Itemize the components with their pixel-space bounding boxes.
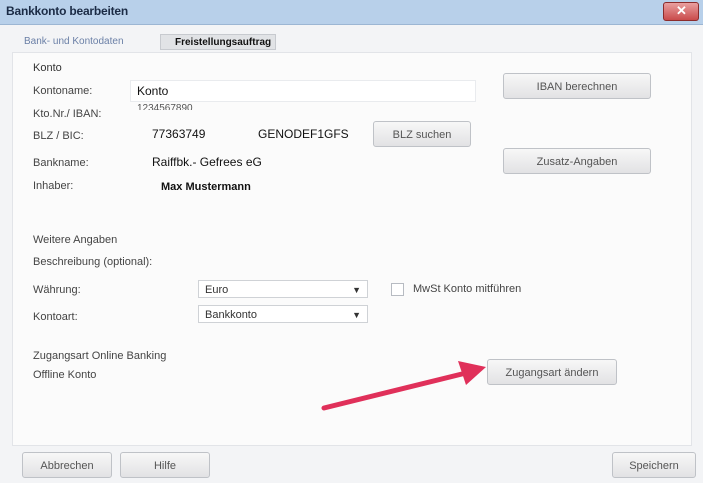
bankname-value[interactable]: Raiffbk.- Gefrees eG: [152, 155, 262, 169]
mwst-label: MwSt Konto mitführen: [413, 283, 522, 295]
blz-label: BLZ / BIC:: [33, 130, 84, 142]
chevron-down-icon: ▼: [352, 310, 361, 320]
kontoart-value: Bankkonto: [205, 309, 257, 321]
section-konto: Konto: [33, 62, 62, 74]
bic-value[interactable]: GENODEF1GFS: [258, 127, 349, 141]
beschreibung-label: Beschreibung (optional):: [33, 256, 153, 268]
zugangsart-value: Offline Konto: [33, 369, 97, 381]
hilfe-button[interactable]: Hilfe: [120, 452, 210, 478]
chevron-down-icon: ▼: [352, 285, 361, 295]
abbrechen-button[interactable]: Abbrechen: [22, 452, 112, 478]
title-bar: Bankkonto bearbeiten ✕: [0, 0, 703, 25]
iban-berechnen-button[interactable]: IBAN berechnen: [503, 73, 651, 99]
tab-bank-kontodaten[interactable]: Bank- und Kontodaten: [16, 34, 132, 50]
weitere-angaben-heading: Weitere Angaben: [33, 234, 118, 246]
bankname-label: Bankname:: [33, 157, 89, 169]
annotation-arrow-icon: [321, 361, 486, 411]
zugangsart-aendern-button[interactable]: Zugangsart ändern: [487, 359, 617, 385]
close-icon: ✕: [676, 3, 687, 18]
blz-suchen-button[interactable]: BLZ suchen: [373, 121, 471, 147]
arrow-head: [458, 361, 486, 385]
waehrung-label: Währung:: [33, 284, 81, 296]
inhaber-value[interactable]: Max Mustermann: [161, 181, 251, 193]
kontoname-value: Konto: [137, 84, 169, 98]
waehrung-value: Euro: [205, 284, 229, 296]
zugangsart-heading: Zugangsart Online Banking: [33, 350, 167, 362]
blz-value[interactable]: 77363749: [152, 127, 205, 141]
ktonr-label: Kto.Nr./ IBAN:: [33, 108, 102, 120]
zusatz-angaben-button[interactable]: Zusatz-Angaben: [503, 148, 651, 174]
tab-freistellungsauftrag[interactable]: Freistellungsauftrag: [160, 34, 276, 50]
kontoart-select[interactable]: Bankkonto ▼: [198, 305, 368, 323]
inhaber-label: Inhaber:: [33, 180, 74, 192]
close-button[interactable]: ✕: [663, 2, 699, 21]
ktonr-value[interactable]: 1234567890: [137, 103, 193, 110]
kontoname-field[interactable]: [130, 80, 476, 102]
dialog-window: Bankkonto bearbeiten ✕ Bank- und Kontoda…: [0, 0, 703, 483]
waehrung-select[interactable]: Euro ▼: [198, 280, 368, 298]
tab-bar: Bank- und Kontodaten Freistellungsauftra…: [0, 34, 703, 52]
speichern-button[interactable]: Speichern: [612, 452, 696, 478]
window-title: Bankkonto bearbeiten: [6, 4, 129, 18]
kontoname-label: Kontoname:: [33, 85, 93, 97]
mwst-checkbox[interactable]: [391, 283, 404, 296]
kontoart-label: Kontoart:: [33, 311, 78, 323]
arrow-shaft: [321, 370, 469, 411]
